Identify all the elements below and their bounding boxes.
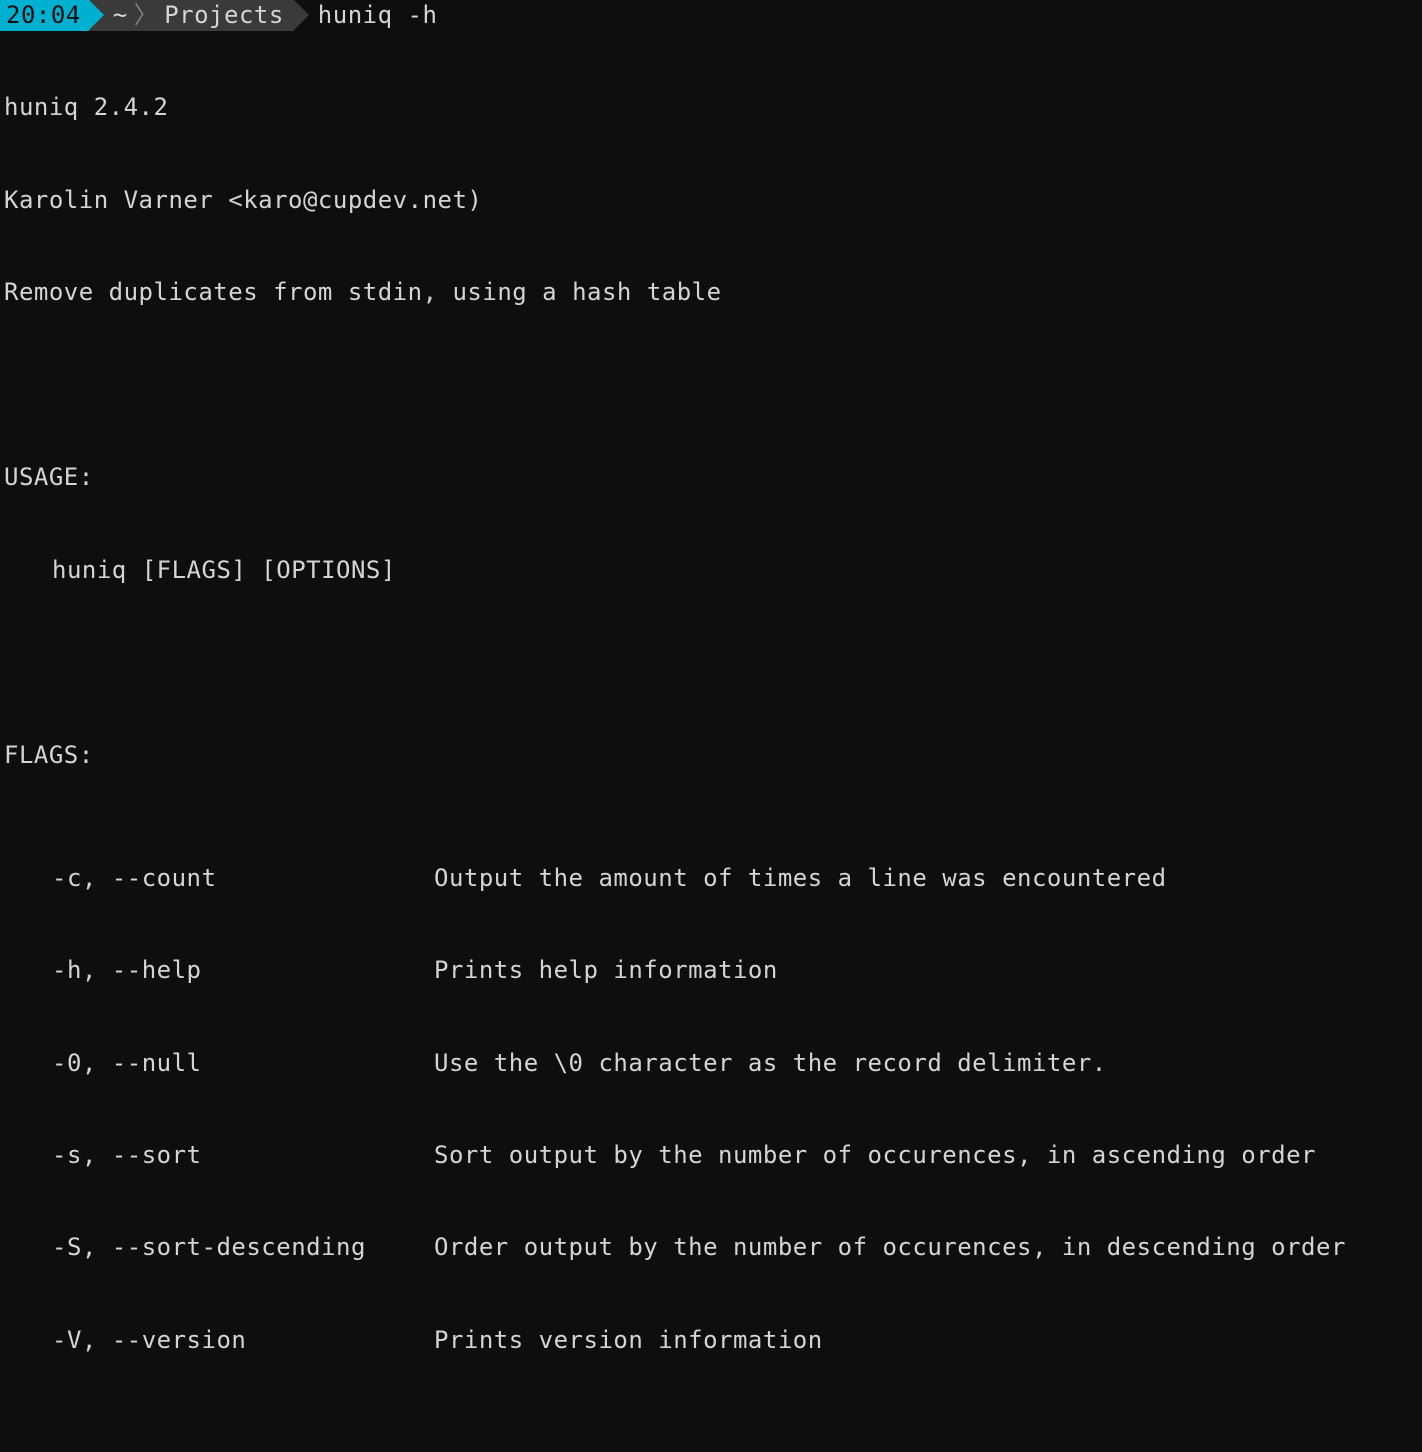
flag-row: -S, --sort-descending Order output by th… [4, 1232, 1422, 1263]
prompt-time: 20:04 [0, 0, 89, 31]
flag-name: -s, --sort [4, 1140, 434, 1171]
flag-desc: Prints version information [434, 1325, 1422, 1356]
command-text: huniq -h [318, 0, 438, 31]
path-dir: Projects [164, 0, 284, 31]
description-line: Remove duplicates from stdin, using a ha… [4, 277, 1422, 308]
flag-name: -0, --null [4, 1048, 434, 1079]
flag-row: -s, --sort Sort output by the number of … [4, 1140, 1422, 1171]
flag-row: -h, --help Prints help information [4, 955, 1422, 986]
prompt-line-1: 20:04 ~〉Projects huniq -h [0, 0, 1422, 31]
version-line: huniq 2.4.2 [4, 92, 1422, 123]
flag-desc: Sort output by the number of occurences,… [434, 1140, 1422, 1171]
usage-header: USAGE: [4, 462, 1422, 493]
command-output: huniq 2.4.2 Karolin Varner <karo@cupdev.… [0, 31, 1422, 1452]
flag-desc: Output the amount of times a line was en… [434, 863, 1422, 894]
flag-name: -S, --sort-descending [4, 1232, 434, 1263]
path-home: ~ [113, 0, 128, 31]
author-line: Karolin Varner <karo@cupdev.net) [4, 185, 1422, 216]
flag-name: -c, --count [4, 863, 434, 894]
blank-line [4, 370, 1422, 401]
flag-row: -0, --null Use the \0 character as the r… [4, 1048, 1422, 1079]
time-value: 20:04 [6, 0, 81, 31]
flags-header: FLAGS: [4, 740, 1422, 771]
path-separator-icon: 〉 [134, 0, 159, 31]
flag-name: -h, --help [4, 955, 434, 986]
usage-body: huniq [FLAGS] [OPTIONS] [4, 555, 1422, 586]
flag-row: -c, --count Output the amount of times a… [4, 863, 1422, 894]
flag-desc: Prints help information [434, 955, 1422, 986]
blank-line [4, 1448, 1422, 1452]
flag-desc: Use the \0 character as the record delim… [434, 1048, 1422, 1079]
blank-line [4, 647, 1422, 678]
prompt-path: ~〉Projects [89, 0, 294, 31]
flag-desc: Order output by the number of occurences… [434, 1232, 1422, 1263]
flag-row: -V, --version Prints version information [4, 1325, 1422, 1356]
prompt-command[interactable]: huniq -h [294, 0, 438, 31]
flag-name: -V, --version [4, 1325, 434, 1356]
